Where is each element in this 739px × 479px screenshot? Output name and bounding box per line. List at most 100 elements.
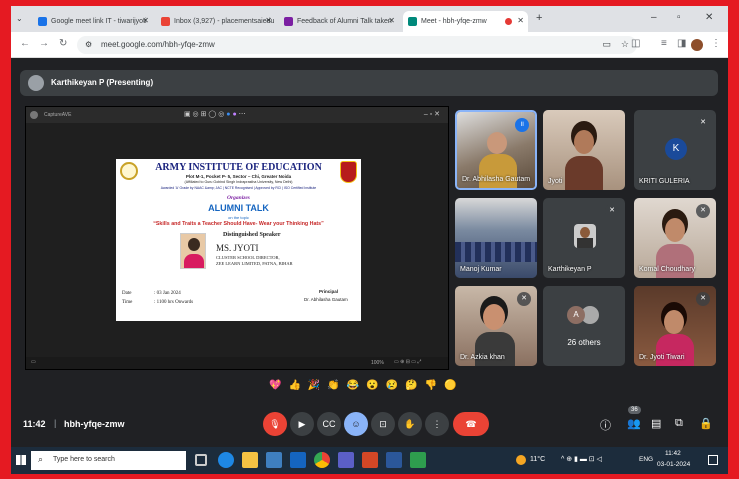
mail-icon[interactable] [290, 452, 306, 468]
info-icon[interactable]: ⓘ [600, 417, 611, 433]
chat-icon[interactable]: ▤ [651, 417, 661, 430]
tab-label: Inbox (3,927) - placementsaiedu [174, 18, 275, 25]
poster-time-value: : 1100 hrs Onwards [154, 300, 194, 305]
captions-button[interactable]: CC [317, 412, 341, 436]
poster-organizes: Organizes [227, 195, 250, 201]
participant-tile[interactable]: ✕ Dr. Jyoti Tiwari [634, 286, 716, 366]
tray-icons[interactable]: ^ ⊕ ▮ ▬ ⊡ ◁ [561, 455, 602, 463]
close-tab-icon[interactable]: ✕ [142, 16, 149, 25]
poster-speaker-heading: Distinguished Speaker [223, 232, 281, 238]
tab-label: Feedback of Alumni Talk taken [297, 18, 392, 25]
url-field[interactable]: ⚙ meet.google.com/hbh-yfqe-zmw ▭ ☆ [77, 36, 637, 54]
teams-icon[interactable] [338, 452, 354, 468]
participant-tile[interactable]: Manoj Kumar [455, 198, 537, 278]
powerpoint-icon[interactable] [362, 452, 378, 468]
shared-window-footer: ▭ 100% ▭ ⊕ ⊟ ▭ ⤢ [26, 357, 448, 369]
reaction-heart[interactable]: 💖 [269, 379, 281, 393]
file-explorer-icon[interactable] [242, 452, 258, 468]
raise-hand-button[interactable]: ✋ [398, 412, 422, 436]
others-label: 26 others [567, 338, 601, 347]
site-info-icon[interactable]: ⚙ [85, 40, 92, 49]
participant-tile[interactable]: Jyoti [543, 110, 625, 190]
classroom-rows [455, 242, 537, 262]
close-tab-icon[interactable]: ✕ [517, 16, 524, 25]
task-view-icon[interactable] [195, 454, 207, 466]
reaction-sad[interactable]: 😢 [386, 379, 398, 393]
shared-screen: CaptureAVE ▣ ◎ ⊞ ◯ ◎ ● ● ⋯ – ▫ ✕ ARMY IN… [25, 106, 449, 370]
sidebar-icon[interactable]: ◨ [677, 38, 686, 49]
tab-feedback[interactable]: Feedback of Alumni Talk taken ✕ [279, 11, 399, 32]
reaction-thinking[interactable]: 🤔 [405, 379, 417, 393]
participant-tile[interactable]: ✕ K KRITI GULERIA [634, 110, 716, 190]
cast-icon[interactable]: ▭ [602, 39, 611, 50]
participant-body [656, 334, 694, 366]
maximize-button[interactable]: ▫ [677, 12, 681, 23]
people-icon[interactable]: 👥 [627, 417, 641, 430]
leave-call-button[interactable]: ☎ [453, 412, 489, 436]
reaction-thumbs-up[interactable]: 👍 [288, 379, 300, 393]
photos-icon[interactable] [410, 452, 426, 468]
presenting-bar: Karthikeyan P (Presenting) [20, 70, 718, 96]
participant-avatar [574, 224, 596, 248]
speaker-photo [180, 233, 206, 269]
tab-search-icon[interactable]: ⌄ [16, 14, 23, 23]
shared-window-toolbar: CaptureAVE ▣ ◎ ⊞ ◯ ◎ ● ● ⋯ – ▫ ✕ [26, 107, 448, 123]
participant-tile[interactable]: ✕ Dr. Azkia khan [455, 286, 537, 366]
activities-icon[interactable]: ⧉ [675, 417, 683, 430]
more-options-button[interactable]: ⋮ [425, 412, 449, 436]
poster-address: Plot M-1, Pocket P- 5, Sector – Chi, Gre… [185, 174, 292, 179]
minimize-button[interactable]: – [651, 12, 657, 23]
app-label: CaptureAVE [44, 112, 72, 118]
clock-time[interactable]: 11:42 [665, 450, 681, 457]
taskbar-search-input[interactable]: ⌕ Type here to search [31, 451, 186, 470]
host-controls-icon[interactable]: 🔒 [699, 417, 713, 430]
reaction-laugh[interactable]: 😂 [347, 379, 359, 393]
reload-icon[interactable]: ↻ [59, 38, 67, 49]
reaction-clap[interactable]: 👏 [327, 379, 339, 393]
chrome-icon[interactable] [314, 452, 330, 468]
meeting-time: 11:42 [23, 419, 46, 429]
profile-avatar[interactable] [691, 39, 703, 51]
present-button[interactable]: ⊡ [371, 412, 395, 436]
alumni-talk-poster: ARMY INSTITUTE OF EDUCATION Plot M-1, Po… [116, 159, 361, 321]
close-tab-icon[interactable]: ✕ [265, 16, 272, 25]
close-tab-icon[interactable]: ✕ [388, 16, 395, 25]
windows-start-icon[interactable] [16, 455, 26, 465]
reaction-more[interactable]: 🟡 [444, 379, 456, 393]
extensions-icon[interactable]: ◫ [631, 38, 640, 49]
participant-body [565, 156, 603, 190]
camera-button[interactable]: ▶ [290, 412, 314, 436]
mic-off-icon: ✕ [696, 204, 710, 218]
notification-icon[interactable] [708, 455, 718, 465]
reaction-party[interactable]: 🎉 [308, 379, 320, 393]
mic-toggle-button[interactable]: 🎙 [263, 412, 287, 436]
word-icon[interactable] [386, 452, 402, 468]
participant-name: Jyoti [548, 178, 563, 185]
reaction-thumbs-down[interactable]: 👎 [425, 379, 437, 393]
participant-tile[interactable]: ॥ Dr. Abhilasha Gautam [455, 110, 537, 190]
emoji-button[interactable]: ☺ [344, 412, 368, 436]
close-window-button[interactable]: ✕ [705, 12, 713, 23]
clock-date[interactable]: 03-01-2024 [657, 461, 690, 468]
forward-icon[interactable]: → [39, 38, 49, 49]
reaction-surprised[interactable]: 😮 [366, 379, 378, 393]
participant-tile[interactable]: ✕ Karthikeyan P [543, 198, 625, 278]
store-icon[interactable] [266, 452, 282, 468]
back-icon[interactable]: ← [20, 38, 30, 49]
mic-off-icon: ✕ [605, 204, 619, 218]
reading-list-icon[interactable]: ≡ [661, 38, 667, 49]
tab-inbox[interactable]: Inbox (3,927) - placementsaiedu ✕ [156, 11, 276, 32]
menu-icon[interactable]: ⋮ [711, 38, 721, 49]
edge-icon[interactable] [218, 452, 234, 468]
tab-google-meet-link[interactable]: Google meet link IT - tiwarijyoti ✕ [33, 11, 153, 32]
tab-meet[interactable]: Meet - hbh-yfqe-zmw ✕ [403, 11, 528, 32]
address-bar: ← → ↻ ⚙ meet.google.com/hbh-yfqe-zmw ▭ ☆… [11, 32, 728, 58]
participant-tile[interactable]: A 26 others [543, 286, 625, 366]
participant-face [483, 304, 505, 330]
language-indicator[interactable]: ENG [639, 456, 653, 463]
participant-face [664, 310, 684, 334]
new-tab-button[interactable]: + [536, 12, 542, 24]
participant-tile[interactable]: ✕ Komal Choudhary [634, 198, 716, 278]
bookmark-star-icon[interactable]: ☆ [621, 39, 629, 50]
tab-label: Meet - hbh-yfqe-zmw [421, 18, 487, 25]
